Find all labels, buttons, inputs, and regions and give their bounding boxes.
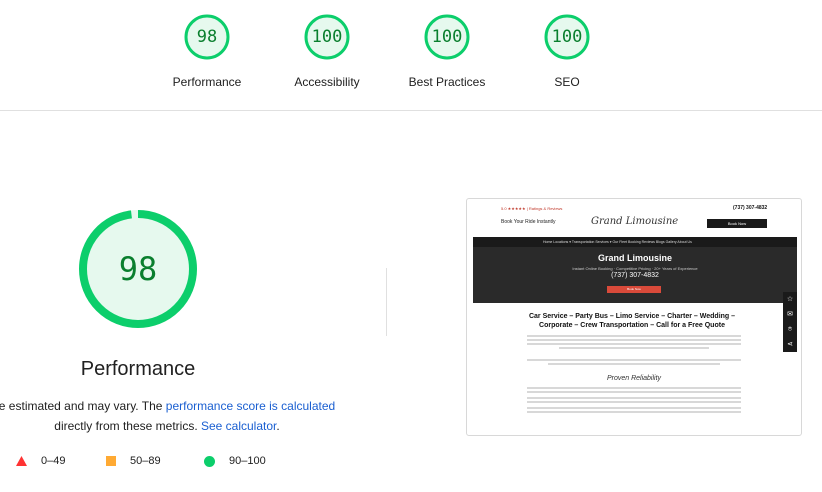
screenshot-phone: (737) 307-4832 [733, 205, 768, 211]
gauge-label: Performance [172, 75, 242, 89]
text-line [527, 391, 741, 393]
screenshot-logo: Grand Limousine [591, 216, 679, 227]
text-line [559, 347, 709, 349]
screenshot-hero-button: Book Now [607, 286, 661, 293]
performance-title: Performance [80, 358, 196, 380]
see-calculator-link[interactable]: See calculator [201, 419, 276, 433]
gauge-label: SEO [554, 75, 580, 89]
gauge-label: Accessibility [294, 75, 360, 89]
screenshot-nav: Home Locations ▾ Transportation Services… [473, 237, 797, 247]
legend-range: 90–100 [229, 455, 266, 467]
text-line [527, 407, 741, 409]
screenshot-hero-title: Grand Limousine [597, 253, 672, 263]
screenshot-proven-heading: Proven Reliability [606, 375, 662, 382]
screenshot-book-button: Book Now [707, 219, 767, 228]
text-line [527, 339, 741, 341]
legend-pass: 90–100 [204, 455, 266, 467]
text-line [527, 343, 741, 345]
text-line [527, 359, 741, 361]
mail-icon: ✉ [787, 311, 793, 318]
gauge-performance[interactable]: 98 Performance [147, 14, 267, 89]
star-icon: ☆ [786, 296, 794, 303]
performance-score-link[interactable]: performance score is calculated [166, 399, 335, 413]
text-line [527, 411, 741, 413]
performance-gauge: 98 [78, 209, 198, 329]
text-line [548, 363, 720, 365]
gauge-score: 100 [551, 27, 583, 47]
performance-score: 98 [118, 250, 158, 288]
note-text: . [276, 419, 280, 433]
screenshot-paragraph [527, 335, 741, 351]
gauge-score: 100 [311, 27, 343, 47]
screenshot-hero: Grand Limousine Instant Online Booking ·… [473, 247, 797, 303]
category-gauges: 98 Performance 100 Accessibility 100 Bes… [0, 0, 822, 111]
final-screenshot[interactable]: 5.0 ★★★★★ | Ratings & Reviews (737) 307-… [466, 198, 802, 436]
legend-average: 50–89 [106, 455, 161, 467]
screenshot-nav-text: Home Locations ▾ Transportation Services… [543, 240, 692, 244]
location-icon: ⌾ [787, 326, 793, 333]
note-text: directly from these metrics. [54, 419, 201, 433]
text-line [527, 401, 741, 403]
share-icon: ⋖ [787, 341, 793, 348]
screenshot-book-text: Book Your Ride Instantly [501, 219, 556, 225]
gauge-label: Best Practices [408, 75, 486, 89]
screenshot-rating: 5.0 ★★★★★ | Ratings & Reviews [501, 206, 563, 211]
screenshot-paragraph [527, 359, 741, 367]
note-text: e estimated and may vary. The [0, 399, 166, 413]
gauge-seo[interactable]: 100 SEO [507, 14, 627, 89]
text-line [527, 397, 741, 399]
screenshot-share-bar: ☆ ✉ ⌾ ⋖ [783, 292, 797, 352]
gauge-best-practices[interactable]: 100 Best Practices [387, 14, 507, 89]
screenshot-hero-phone: (737) 307-4832 [611, 272, 659, 279]
divider [386, 268, 387, 336]
score-note: e estimated and may vary. The performanc… [0, 396, 342, 436]
legend-range: 50–89 [130, 455, 161, 467]
text-line [527, 387, 741, 389]
screenshot-paragraph [527, 387, 741, 415]
square-icon [106, 456, 116, 466]
triangle-icon [16, 456, 27, 466]
screenshot-heading: Car Service – Party Bus – Limo Service –… [528, 313, 736, 329]
text-line [527, 335, 741, 337]
gauge-score: 100 [431, 27, 463, 47]
legend-range: 0–49 [41, 455, 66, 467]
screenshot-hero-subtitle: Instant Online Booking · Competitive Pri… [572, 266, 698, 271]
gauge-accessibility[interactable]: 100 Accessibility [267, 14, 387, 89]
legend-fail: 0–49 [16, 455, 65, 467]
gauge-score: 98 [196, 27, 218, 47]
circle-icon [204, 455, 215, 467]
